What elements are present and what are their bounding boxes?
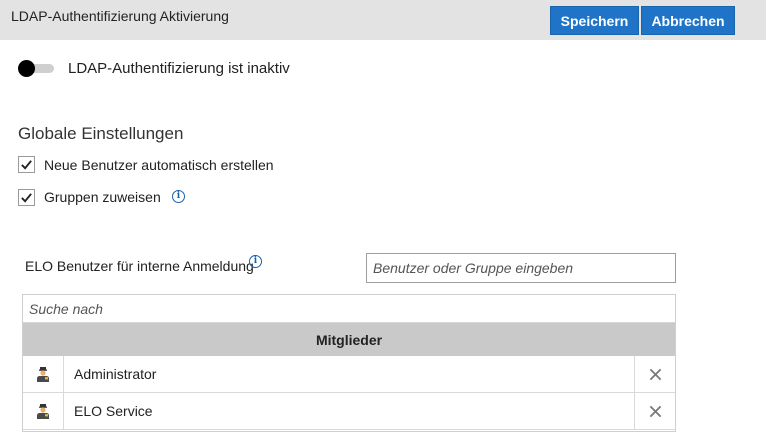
info-icon[interactable]: i [172, 190, 185, 203]
members-search-input[interactable] [23, 295, 675, 323]
members-table: Mitglieder Administrator [22, 294, 676, 432]
ldap-toggle[interactable] [18, 60, 54, 78]
auto-create-users-label: Neue Benutzer automatisch erstellen [44, 157, 274, 173]
table-row: Administrator [23, 356, 675, 393]
checkmark-icon [21, 160, 32, 170]
save-button[interactable]: Speichern [550, 6, 639, 35]
page-title: LDAP-Authentifizierung Aktivierung [11, 8, 229, 24]
cancel-button[interactable]: Abbrechen [641, 6, 735, 35]
checkmark-icon [21, 193, 32, 203]
members-header: Mitglieder [23, 323, 675, 356]
user-icon [23, 356, 64, 392]
internal-login-label: ELO Benutzer für interne Anmeldung [25, 258, 254, 274]
assign-groups-checkbox[interactable] [18, 189, 35, 206]
close-icon [649, 405, 661, 417]
user-icon [23, 393, 64, 429]
table-row: ELO Service [23, 393, 675, 430]
info-icon[interactable]: i [249, 255, 262, 268]
assign-groups-label: Gruppen zuweisen [44, 189, 161, 205]
toggle-knob [18, 60, 35, 77]
member-name: Administrator [74, 366, 157, 382]
remove-member-button[interactable] [634, 356, 675, 392]
member-name: ELO Service [74, 403, 153, 419]
header-bar: LDAP-Authentifizierung Aktivierung Speic… [0, 0, 766, 40]
auto-create-users-checkbox[interactable] [18, 156, 35, 173]
close-icon [649, 368, 661, 380]
remove-member-button[interactable] [634, 393, 675, 429]
user-or-group-input[interactable] [366, 253, 676, 283]
section-title: Globale Einstellungen [18, 124, 184, 143]
ldap-toggle-label: LDAP-Authentifizierung ist inaktiv [68, 60, 290, 77]
